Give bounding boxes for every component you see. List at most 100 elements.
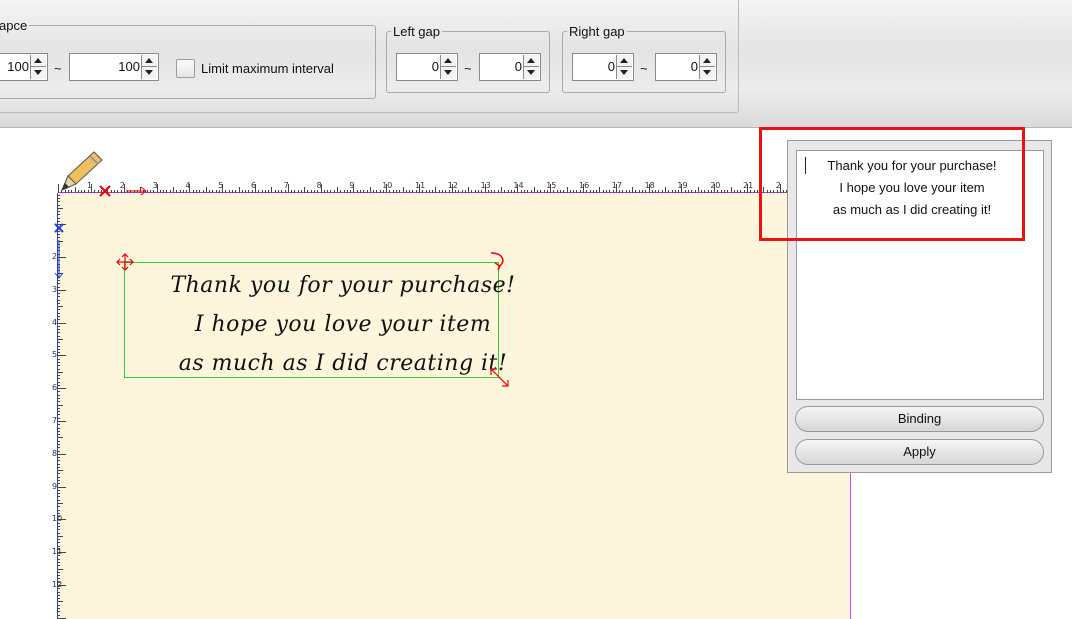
space-min-stepper[interactable]: 100	[0, 53, 48, 81]
toolbar-settings-area: apce 100 ~ 100 Limit maximum interval Le…	[0, 0, 739, 113]
ruler-tick	[687, 190, 689, 193]
ruler-tick	[701, 190, 703, 193]
space-max-down-icon[interactable]	[142, 67, 157, 79]
ruler-tick	[294, 190, 296, 193]
ruler-tick	[363, 190, 365, 193]
ruler-tick	[546, 190, 548, 193]
ruler-tick	[563, 190, 565, 193]
space-max-up-icon[interactable]	[142, 55, 157, 67]
ruler-label: 21	[743, 182, 754, 190]
left-gap-max-down-icon[interactable]	[524, 67, 539, 79]
ruler-tick	[57, 358, 60, 360]
space-min-down-icon[interactable]	[31, 67, 46, 79]
ruler-tick	[415, 190, 417, 193]
ruler-tick	[57, 558, 60, 560]
ruler-tick	[57, 398, 60, 400]
left-gap-max-up-icon[interactable]	[524, 55, 539, 67]
ruler-tick	[150, 190, 152, 193]
ruler-label: 4	[185, 182, 191, 190]
ruler-tick	[556, 190, 558, 193]
right-gap-min-stepper[interactable]: 0	[572, 53, 634, 81]
ruler-tick	[753, 190, 755, 193]
ruler-tick	[57, 460, 60, 462]
ruler-tick	[619, 190, 621, 193]
ruler-tick	[57, 450, 60, 452]
ruler-tick	[251, 190, 253, 193]
ruler-tick	[57, 532, 60, 534]
ruler-tick	[783, 190, 785, 193]
ruler-tick	[412, 190, 414, 193]
right-gap-max-stepper[interactable]: 0	[655, 53, 717, 81]
right-gap-max-up-icon[interactable]	[700, 55, 715, 67]
ruler-label: 6	[52, 383, 58, 393]
rotate-handle-icon[interactable]	[488, 250, 508, 272]
ruler-tick	[487, 190, 489, 193]
ruler-tick	[481, 190, 483, 193]
right-gap-max-down-icon[interactable]	[700, 67, 715, 79]
left-gap-min-value: 0	[431, 59, 439, 74]
ruler-tick	[57, 434, 60, 436]
horizontal-ruler: 1 2 3 4 5 6 7 8 9 10 11 12 13 14 15 16 17 18 19 20 21 2	[58, 182, 788, 194]
ruler-tick	[57, 575, 60, 577]
limit-interval-checkbox[interactable]	[176, 59, 195, 78]
ruler-tick	[57, 325, 60, 327]
ruler-tick	[592, 190, 594, 193]
apply-button[interactable]: Apply	[795, 439, 1044, 465]
ruler-tick	[396, 190, 398, 193]
ruler-tick	[238, 187, 240, 193]
ruler-tick	[569, 190, 571, 193]
binding-button[interactable]: Binding	[795, 406, 1044, 432]
left-gap-max-stepper[interactable]: 0	[479, 53, 541, 81]
ruler-tick	[724, 190, 726, 193]
ruler-tick	[277, 190, 279, 193]
ruler-tick	[274, 190, 276, 193]
ruler-tick	[543, 190, 545, 193]
ruler-tick	[57, 361, 60, 363]
ruler-tick	[438, 190, 440, 193]
move-handle-icon[interactable]	[116, 253, 134, 271]
text-caret	[805, 157, 806, 174]
ruler-origin-y-marker[interactable]	[52, 196, 66, 282]
limit-interval-label[interactable]: Limit maximum interval	[201, 61, 334, 76]
ruler-tick	[57, 375, 60, 377]
ruler-tick	[540, 190, 542, 193]
right-gap-min-up-icon[interactable]	[617, 55, 632, 67]
text-edit-area[interactable]: Thank you for your purchase! I hope you …	[796, 150, 1044, 400]
ruler-tick	[57, 293, 60, 295]
ruler-tick	[281, 190, 283, 193]
ruler-tick	[261, 190, 263, 193]
space-min-up-icon[interactable]	[31, 55, 46, 67]
ruler-tick	[461, 190, 463, 193]
right-gap-min-down-icon[interactable]	[617, 67, 632, 79]
ruler-tick	[245, 190, 247, 193]
ruler-tick	[57, 525, 60, 527]
space-min-value: 100	[7, 59, 29, 74]
ruler-tick	[179, 190, 181, 193]
ruler-tick	[57, 506, 60, 508]
ruler-tick	[599, 187, 601, 193]
ruler-tick	[704, 190, 706, 193]
ruler-tick	[464, 190, 466, 193]
ruler-tick	[57, 568, 63, 570]
ruler-tick	[57, 503, 63, 504]
left-gap-min-stepper[interactable]: 0	[396, 53, 458, 81]
ruler-tick	[291, 190, 293, 193]
left-gap-min-down-icon[interactable]	[441, 67, 456, 79]
canvas-paper[interactable]	[58, 192, 851, 619]
ruler-tick	[166, 190, 168, 193]
ruler-tick	[642, 190, 644, 193]
ruler-tick	[215, 190, 217, 193]
ruler-tick	[57, 453, 66, 455]
ruler-origin-x-marker[interactable]	[98, 184, 150, 198]
ruler-tick	[57, 437, 63, 439]
ruler-tick	[57, 466, 60, 468]
resize-handle-icon[interactable]	[488, 366, 512, 390]
left-gap-min-up-icon[interactable]	[441, 55, 456, 67]
ruler-tick	[337, 187, 338, 193]
ruler-tick	[448, 190, 450, 193]
ruler-tick	[671, 190, 673, 193]
ruler-tick	[57, 529, 60, 531]
space-max-stepper[interactable]: 100	[69, 53, 159, 81]
ruler-tick	[720, 190, 722, 193]
ruler-tick	[57, 329, 60, 331]
